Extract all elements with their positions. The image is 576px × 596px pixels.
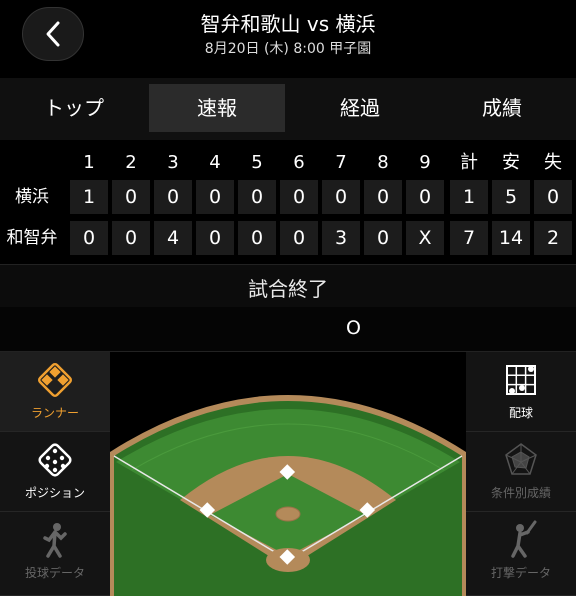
header: 智弁和歌山 vs 横浜 8月20日 (木) 8:00 甲子園 [0, 0, 576, 78]
inning-header: 2 [125, 152, 137, 173]
tab-stats[interactable]: 成績 [434, 84, 570, 132]
radar-chart-icon [505, 443, 537, 475]
score-cell: 0 [238, 221, 276, 255]
inning-header: 3 [167, 152, 179, 173]
score-cell: 0 [364, 180, 402, 214]
game-title: 智弁和歌山 vs 横浜 [200, 12, 376, 36]
hits-cell: 14 [492, 221, 530, 255]
score-cell: 0 [238, 180, 276, 214]
team-name: 横浜 [15, 187, 49, 207]
score-cell: 0 [406, 180, 444, 214]
inning-header: 7 [335, 152, 347, 173]
inning-header: 9 [419, 152, 431, 173]
score-cell: 1 [70, 180, 108, 214]
game-status-text: 試合終了 [248, 277, 328, 301]
inning-header: 4 [209, 152, 221, 173]
tab-live[interactable]: 速報 [149, 84, 285, 132]
game-status-bar: 試合終了 [0, 264, 576, 308]
pitch-location-label: 配球 [508, 406, 533, 420]
score-cell: 0 [280, 180, 318, 214]
errors-cell: 2 [534, 221, 572, 255]
runner-diamond-icon [38, 363, 72, 397]
tab-top[interactable]: トップ [6, 84, 142, 132]
team-name: 和智弁 [6, 228, 58, 248]
score-cell: 0 [322, 180, 360, 214]
split-stats-label: 条件別成績 [490, 486, 551, 500]
total-runs-cell: 7 [450, 221, 488, 255]
inning-header: 5 [251, 152, 263, 173]
position-diamond-icon [38, 443, 72, 477]
hits-cell: 5 [492, 180, 530, 214]
batter-icon [511, 520, 537, 558]
score-cell: 0 [364, 221, 402, 255]
score-cell: 0 [196, 180, 234, 214]
inning-header: 8 [377, 152, 389, 173]
score-cell: X [406, 221, 444, 255]
tab-bar: トップ 速報 経過 成績 [0, 78, 576, 140]
split-stats-button[interactable]: 条件別成績 [466, 432, 576, 512]
score-cell: 0 [196, 221, 234, 255]
pitch-location-button[interactable]: 配球 [466, 352, 576, 432]
baseball-field [110, 395, 466, 596]
game-subtitle: 8月20日 (木) 8:00 甲子園 [204, 41, 372, 57]
batting-data-label: 打撃データ [490, 566, 551, 580]
total-runs-header: 計 [460, 152, 478, 173]
score-cell: 3 [322, 221, 360, 255]
pitch-grid-icon [506, 365, 536, 395]
score-cell: 0 [70, 221, 108, 255]
errors-header: 失 [544, 152, 562, 173]
position-button[interactable]: ポジション [0, 432, 110, 512]
pitching-data-button[interactable]: 投球データ [0, 512, 110, 596]
runner-label: ランナー [30, 406, 79, 420]
score-cell: 0 [112, 221, 150, 255]
hits-header: 安 [502, 152, 520, 173]
outs-bar: O [0, 307, 576, 352]
score-cell: 4 [154, 221, 192, 255]
pitching-data-label: 投球データ [24, 566, 85, 580]
total-runs-cell: 1 [450, 180, 488, 214]
pitcher-icon [43, 523, 67, 558]
batting-data-button[interactable]: 打撃データ [466, 512, 576, 596]
tab-progress[interactable]: 経過 [292, 84, 428, 132]
inning-header: 1 [83, 152, 95, 173]
score-cell: 0 [280, 221, 318, 255]
outs-indicator: O [346, 317, 361, 339]
runner-button[interactable]: ランナー [0, 352, 110, 432]
inning-header: 6 [293, 152, 305, 173]
position-label: ポジション [24, 486, 85, 500]
score-cell: 0 [112, 180, 150, 214]
errors-cell: 0 [534, 180, 572, 214]
score-cell: 0 [154, 180, 192, 214]
field-area: ランナー ポジション 投球データ 配球 条件別成績 打撃データ [0, 352, 576, 596]
